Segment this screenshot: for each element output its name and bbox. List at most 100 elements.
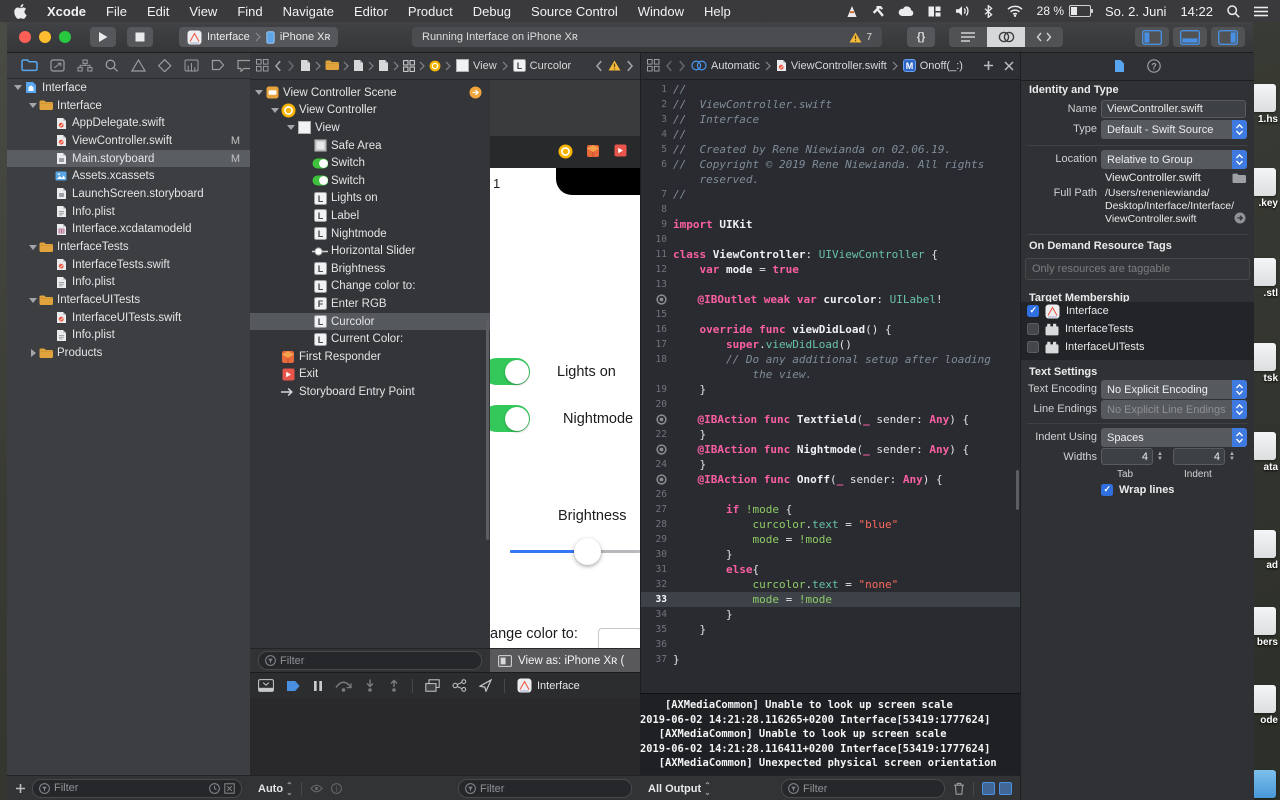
outline-row-view[interactable]: View	[250, 119, 490, 137]
previous-issue-button[interactable]	[595, 60, 603, 72]
code-line-14[interactable]: @IBOutlet weak var curcolor: UILabel!	[641, 292, 1021, 307]
file-row-viewcontroller-swift[interactable]: ViewController.swift M	[7, 132, 250, 150]
standard-editor-button[interactable]	[949, 27, 987, 47]
code-line-32[interactable]: 32 curcolor.text = "none"	[641, 577, 1021, 592]
clear-console-button[interactable]	[953, 782, 965, 795]
debug-console[interactable]: [AXMediaCommon] Unable to look up screen…	[640, 693, 1020, 775]
outline-row-first-responder[interactable]: First Responder	[250, 348, 490, 366]
folder-icon[interactable]	[1232, 171, 1246, 189]
file-row-assets-xcassets[interactable]: Assets.xcassets	[7, 167, 250, 185]
quicklook-icon[interactable]	[310, 784, 323, 793]
brightness-label[interactable]: Brightness	[558, 508, 627, 524]
disclosure-triangle[interactable]	[28, 103, 38, 109]
nightmode-label[interactable]: Nightmode	[563, 411, 633, 427]
target-checkbox[interactable]	[1027, 305, 1039, 317]
code-snippets-button[interactable]: {}	[907, 27, 935, 47]
line-endings-dropdown[interactable]: No Explicit Line Endings	[1101, 400, 1247, 419]
outline-row-storyboard-entry-point[interactable]: Storyboard Entry Point	[250, 383, 490, 401]
outline-row-switch[interactable]: Switch	[250, 154, 490, 172]
navigator-tab-issues[interactable]	[131, 58, 146, 72]
add-file-button[interactable]	[15, 783, 26, 794]
warning-icon[interactable]	[608, 60, 621, 71]
pause-button[interactable]	[313, 680, 323, 692]
code-line-11[interactable]: 11 class ViewController: UIViewController…	[641, 247, 1021, 262]
navigator-tab-find[interactable]	[105, 59, 119, 72]
lights-on-label[interactable]: Lights on	[557, 364, 616, 380]
code-line-34[interactable]: 34 }	[641, 607, 1021, 622]
outline-row-view-controller[interactable]: View Controller	[250, 102, 490, 120]
outline-row-enter-rgb[interactable]: F Enter RGB	[250, 295, 490, 313]
outline-row-switch[interactable]: Switch	[250, 172, 490, 190]
brightness-slider-track[interactable]	[510, 550, 576, 553]
back-button[interactable]	[274, 60, 282, 72]
file-row-interface[interactable]: Interface	[7, 97, 250, 115]
spotlight-search-icon[interactable]	[1227, 4, 1240, 18]
file-row-interface-xcdatamodeld[interactable]: Interface.xcdatamodeld	[7, 221, 250, 239]
breadcrumb-document-icon[interactable]	[353, 59, 364, 72]
editor-scrollbar[interactable]	[1016, 470, 1019, 510]
navigator-filter-input[interactable]: Filter	[32, 778, 242, 798]
name-field[interactable]: ViewController.swift	[1101, 100, 1246, 118]
odr-tags-field[interactable]: Only resources are taggable	[1025, 258, 1250, 280]
code-line-8[interactable]: 8	[641, 202, 1021, 217]
type-dropdown[interactable]: Default - Swift Source	[1101, 120, 1247, 139]
menu-xcode[interactable]: Xcode	[47, 4, 86, 19]
menu-debug[interactable]: Debug	[473, 4, 511, 19]
bluetooth-icon[interactable]	[984, 4, 993, 18]
navigator-tab-symbols[interactable]	[77, 59, 93, 72]
close-assistant-editor-button[interactable]	[1004, 60, 1014, 71]
breadcrumb-symbol[interactable]: M Onoff(_:)	[902, 59, 963, 72]
connection-well-icon[interactable]	[641, 292, 671, 307]
code-line-22[interactable]: 22 }	[641, 427, 1021, 442]
toggle-navigator-button[interactable]	[1135, 27, 1169, 47]
code-line-4[interactable]: 4 //	[641, 127, 1021, 142]
zoom-window-button[interactable]	[59, 31, 71, 43]
connection-well-icon[interactable]	[641, 472, 671, 487]
breadcrumb-view-controller-icon[interactable]	[429, 60, 441, 72]
toggle-console-view-button[interactable]	[999, 782, 1012, 795]
related-items-icon[interactable]	[647, 59, 660, 72]
breadcrumb-document-icon[interactable]	[300, 59, 311, 72]
code-line-3[interactable]: 3 // Interface	[641, 112, 1021, 127]
minimize-window-button[interactable]	[39, 31, 51, 43]
code-line-28[interactable]: 28 curcolor.text = "blue"	[641, 517, 1021, 532]
file-inspector-tab[interactable]	[1114, 59, 1125, 73]
code-line-25[interactable]: @IBAction func Onoff(_ sender: Any) {	[641, 472, 1021, 487]
add-assistant-editor-button[interactable]	[983, 60, 994, 71]
rgb-text-field[interactable]	[598, 628, 640, 648]
menu-source-control[interactable]: Source Control	[531, 4, 618, 19]
file-row-appdelegate-swift[interactable]: AppDelegate.swift	[7, 114, 250, 132]
code-line-2[interactable]: 2 // ViewController.swift	[641, 97, 1021, 112]
exit-dock-icon[interactable]	[614, 144, 627, 162]
disclosure-triangle[interactable]	[28, 297, 38, 303]
file-row-interfacetests[interactable]: InterfaceTests	[7, 238, 250, 256]
memory-graph-button[interactable]	[452, 679, 467, 692]
code-line-10[interactable]: 10	[641, 232, 1021, 247]
code-line-29[interactable]: 29 mode = !mode	[641, 532, 1021, 547]
code-line-23[interactable]: @IBAction func Nightmode(_ sender: Any) …	[641, 442, 1021, 457]
close-window-button[interactable]	[19, 31, 31, 43]
code-line-26[interactable]: 26	[641, 487, 1021, 502]
running-app-tab[interactable]: Interface	[517, 678, 580, 693]
code-line-17[interactable]: 17 super.viewDidLoad()	[641, 337, 1021, 352]
code-line-27[interactable]: 27 if !mode {	[641, 502, 1021, 517]
breadcrumb-document-icon[interactable]	[378, 59, 389, 72]
outline-row-curcolor[interactable]: L Curcolor	[250, 312, 490, 331]
disclosure-triangle[interactable]	[28, 349, 38, 358]
toggle-inspector-button[interactable]	[1211, 27, 1245, 47]
back-button[interactable]	[665, 60, 673, 72]
disclosure-triangle[interactable]	[13, 85, 23, 91]
outline-row-safe-area[interactable]: Safe Area	[250, 137, 490, 155]
forward-button[interactable]	[287, 60, 295, 72]
target-checkbox[interactable]	[1027, 341, 1039, 353]
target-row-interfaceuitests[interactable]: InterfaceUITests	[1021, 338, 1254, 356]
indent-width-field[interactable]: 4	[1173, 448, 1225, 465]
view-as-bar[interactable]: View as: iPhone Xʀ (	[490, 648, 640, 672]
code-line-12[interactable]: 12 var mode = true	[641, 262, 1021, 277]
step-out-button[interactable]	[388, 679, 400, 692]
file-row-interfaceuitests-swift[interactable]: InterfaceUITests.swift	[7, 309, 250, 327]
file-row-main-storyboard[interactable]: Main.storyboard M	[7, 149, 250, 168]
apple-menu-icon[interactable]	[14, 3, 27, 19]
window-tiles-icon[interactable]	[928, 6, 941, 17]
outline-row-current-color-[interactable]: L Current Color:	[250, 330, 490, 348]
